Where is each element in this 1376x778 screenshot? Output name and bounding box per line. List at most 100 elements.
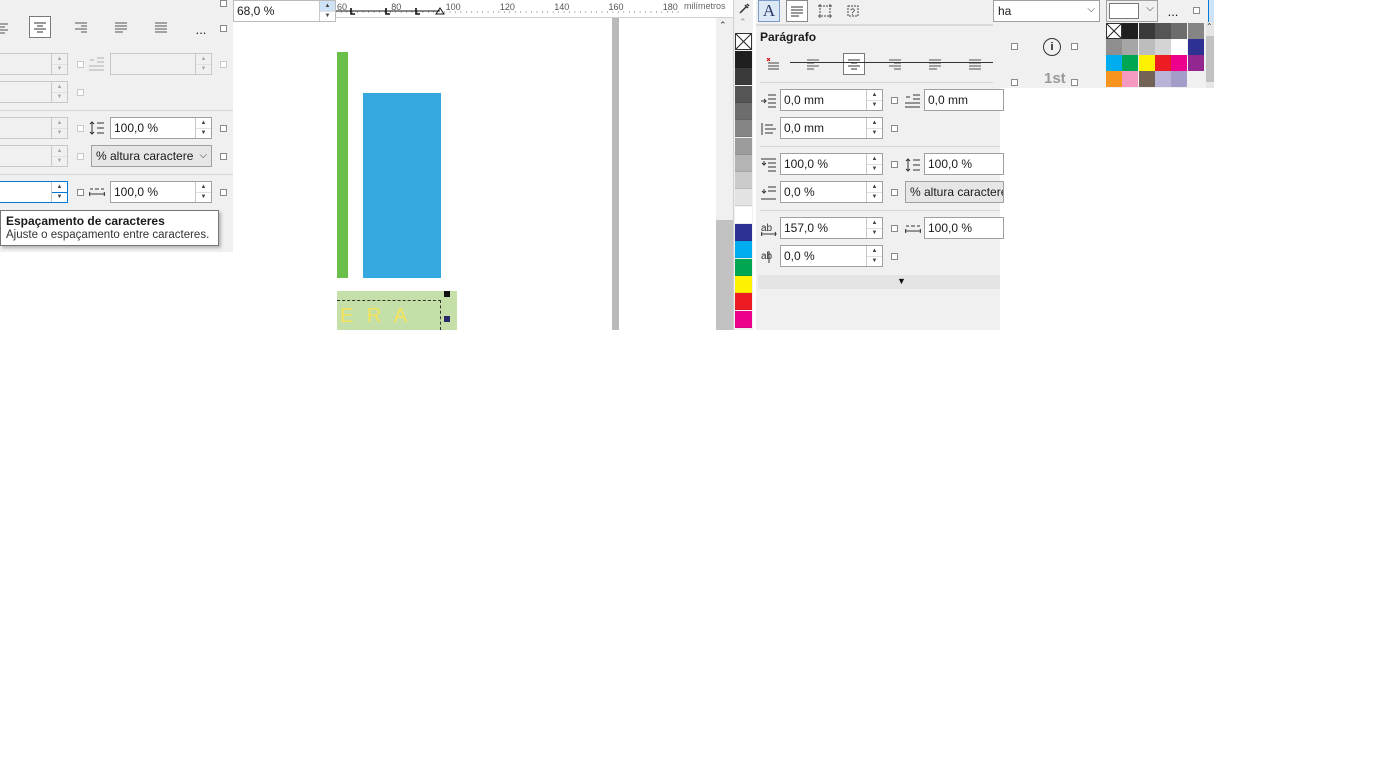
no-align-icon[interactable] [762,54,782,74]
lock-checkbox[interactable] [220,0,227,7]
eyedropper-icon[interactable] [736,1,752,17]
lock-checkbox[interactable] [891,189,898,196]
lock-checkbox[interactable] [1011,79,1018,86]
frame-icon[interactable] [814,0,836,22]
unit-dropdown[interactable]: % altura caractere ⌵ [91,145,212,167]
word-spacing-field[interactable]: 100,0 % [924,217,1004,239]
lock-checkbox[interactable] [220,125,227,132]
color-swatch[interactable] [735,206,752,224]
color-swatch[interactable] [735,189,752,207]
justify-icon[interactable] [925,54,945,74]
color-swatch[interactable] [735,102,752,120]
align-right-icon[interactable] [70,16,92,38]
color-swatch[interactable] [1138,71,1155,87]
first-line-indent-field[interactable]: 0,0 mm ▲ ▼ [780,117,883,139]
more-button[interactable]: ... [1163,2,1183,20]
expand-bar[interactable]: ▼ [758,275,1000,289]
force-justify-icon[interactable] [150,16,172,38]
indent-right-field[interactable]: ▲ ▼ [110,53,212,75]
color-swatch[interactable] [1187,23,1204,39]
lock-checkbox[interactable] [891,161,898,168]
align-left-icon[interactable] [803,54,823,74]
lock-checkbox[interactable] [1071,43,1078,50]
color-swatch[interactable] [1106,55,1122,71]
color-swatch[interactable] [1138,55,1155,71]
color-swatch[interactable] [1187,55,1204,71]
lock-checkbox[interactable] [77,61,84,68]
lock-checkbox[interactable] [891,125,898,132]
dropdown-scrollbar[interactable]: ⌃ [1206,22,1214,88]
color-swatch[interactable] [1154,23,1171,39]
color-swatch[interactable] [1122,23,1139,39]
indent-first-field[interactable]: ▲ ▼ [0,81,68,103]
lock-checkbox[interactable] [220,189,227,196]
horizontal-ruler[interactable]: 60 80 100 120 140 160 180 milímetros [336,0,733,18]
color-swatch[interactable] [1122,71,1139,87]
character-icon[interactable]: A [758,0,780,22]
info-icon[interactable]: i [1043,38,1061,56]
lock-checkbox[interactable] [1193,7,1200,14]
space-before-field[interactable]: 100,0 % ▲ ▼ [780,153,883,175]
color-swatch[interactable] [735,293,752,311]
lock-checkbox[interactable] [220,25,227,32]
color-swatch[interactable] [1106,71,1122,87]
lock-checkbox[interactable] [77,153,84,160]
color-swatch[interactable] [735,241,752,259]
indent-right-field[interactable]: 0,0 mm [924,89,1004,111]
justify-icon[interactable] [110,16,132,38]
color-swatch[interactable] [1154,39,1171,55]
scroll-up-icon[interactable]: ⌃ [739,17,747,28]
lock-checkbox[interactable] [891,253,898,260]
color-swatch[interactable] [1122,39,1139,55]
lock-checkbox[interactable] [891,97,898,104]
color-swatch[interactable] [1138,39,1155,55]
align-center-icon[interactable] [29,16,51,38]
color-swatch[interactable] [735,137,752,155]
green-bar[interactable] [337,52,348,278]
color-swatch[interactable] [735,120,752,138]
scroll-thumb[interactable] [716,220,733,330]
color-swatch[interactable] [735,51,752,68]
lock-checkbox[interactable] [220,61,227,68]
char-spacing-field[interactable]: ▲ ▼ [0,181,68,203]
char-spacing-field[interactable]: 157,0 % ▲ ▼ [780,217,883,239]
text-frame[interactable]: E R A [337,291,457,330]
align-left-icon[interactable] [0,18,10,38]
color-swatch[interactable] [735,224,752,241]
line-spacing-field[interactable]: 100,0 % ▲ ▼ [110,117,212,139]
indent-left-field[interactable]: ▲ ▼ [0,53,68,75]
color-swatch[interactable] [735,85,752,103]
font-dropdown[interactable]: ha ⌵ [993,0,1100,22]
no-color-swatch[interactable] [735,33,752,50]
force-justify-icon[interactable] [965,54,985,74]
align-center-icon[interactable] [843,53,865,75]
color-swatch[interactable] [1171,55,1188,71]
word-spacing-field[interactable]: 100,0 % ▲ ▼ [110,181,212,203]
color-swatch[interactable] [735,172,752,190]
language-spacing-field[interactable]: 0,0 % ▲ ▼ [780,245,883,267]
space-after-field[interactable]: 0,0 % ▲ ▼ [780,181,883,203]
lock-checkbox[interactable] [220,153,227,160]
lock-checkbox[interactable] [77,125,84,132]
canvas-area[interactable] [233,0,733,330]
color-swatch[interactable] [1171,71,1188,87]
color-swatch[interactable] [735,275,752,293]
color-swatch[interactable] [1171,39,1188,55]
lock-checkbox[interactable] [891,225,898,232]
selection-handle[interactable] [444,316,450,322]
color-swatch[interactable] [1154,55,1171,71]
color-swatch[interactable] [1171,23,1188,39]
scroll-thumb[interactable] [1206,36,1214,82]
color-swatch[interactable] [735,310,752,328]
zoom-field[interactable]: 68,0 % ▲ ▼ [233,0,336,22]
indent-left-field[interactable]: 0,0 mm ▲ ▼ [780,89,883,111]
help-frame-icon[interactable]: ? [842,0,864,22]
lock-checkbox[interactable] [77,89,84,96]
space-after-field[interactable]: ▲ ▼ [0,145,68,167]
color-swatch[interactable] [1187,39,1204,55]
scroll-up-icon[interactable]: ⌃ [719,20,727,31]
canvas-scrollbar[interactable]: ⌃ [716,18,733,330]
color-swatch[interactable] [1106,39,1122,55]
more-button[interactable]: ... [190,18,212,40]
space-before-field[interactable]: ▲ ▼ [0,117,68,139]
